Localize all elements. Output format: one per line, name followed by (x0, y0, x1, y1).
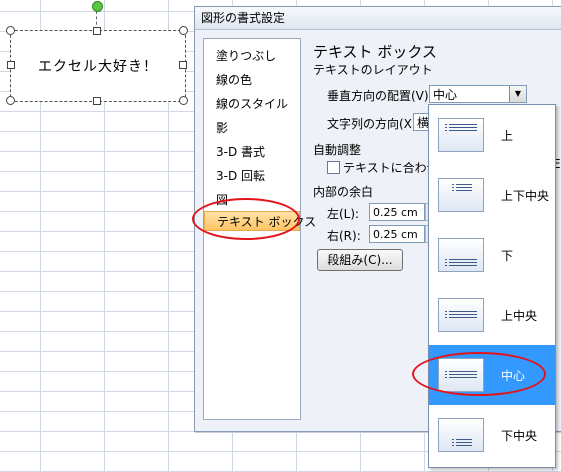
resize-handle-top-left[interactable] (6, 26, 15, 35)
left-margin-label: 左(L): (327, 207, 360, 221)
option-bottom-center-label: 下中央 (501, 429, 538, 443)
text-box-shape[interactable]: エクセル大好き！ (10, 30, 186, 102)
vertical-align-dropdown: 上 上下中央 下 上中央 中心 下中央 (428, 104, 556, 468)
align-bottom-icon (438, 238, 484, 272)
vertical-align-value: 中心 (433, 88, 458, 102)
category-list: 塗りつぶし 線の色 線のスタイル 影 3-D 書式 3-D 回転 図 テキスト … (203, 38, 316, 420)
nav-item-3d-format[interactable]: 3-D 書式 (216, 143, 265, 160)
right-margin-field[interactable]: 0.25 cm (369, 225, 425, 243)
option-top-label: 上 (501, 129, 514, 143)
nav-item-shadow[interactable]: 影 (216, 119, 228, 136)
option-bottom[interactable]: 下 (429, 225, 555, 285)
resize-handle-bottom[interactable] (93, 97, 101, 105)
resize-handle-bottom-right[interactable] (179, 96, 188, 105)
option-top-center-label: 上下中央 (501, 189, 550, 203)
resize-handle-bottom-left[interactable] (6, 96, 15, 105)
option-center-label: 中心 (501, 369, 526, 383)
nav-item-picture[interactable]: 図 (216, 191, 228, 208)
align-top-icon (438, 118, 484, 152)
columns-button[interactable]: 段組み(C)... (317, 249, 403, 271)
resize-handle-top-right[interactable] (179, 26, 188, 35)
resize-handle-right[interactable] (179, 61, 187, 69)
dialog-title: 図形の書式設定 (195, 7, 561, 30)
nav-item-3d-rotation[interactable]: 3-D 回転 (216, 167, 265, 184)
left-margin-field[interactable]: 0.25 cm (369, 203, 425, 221)
align-top-center-icon (438, 178, 484, 212)
option-bottom-center[interactable]: 下中央 (429, 405, 555, 465)
rotation-handle[interactable] (92, 1, 103, 12)
align-bottom-center-icon (438, 418, 484, 452)
text-direction-label: 文字列の方向(X): (327, 117, 421, 131)
option-top-center[interactable]: 上下中央 (429, 165, 555, 225)
option-bottom-label: 下 (501, 249, 514, 263)
nav-item-fill[interactable]: 塗りつぶし (216, 47, 276, 64)
left-margin-value: 0.25 cm (373, 206, 418, 219)
panel-title: テキスト ボックス (313, 43, 437, 61)
nav-item-line-color[interactable]: 線の色 (216, 71, 252, 88)
option-top[interactable]: 上 (429, 105, 555, 165)
nav-item-text-box[interactable]: テキスト ボックス (204, 211, 316, 231)
right-margin-value: 0.25 cm (373, 228, 418, 241)
shape-text: エクセル大好き！ (38, 59, 158, 75)
align-center-icon (438, 358, 484, 392)
vertical-align-combo[interactable]: 中心 ▼ (429, 85, 527, 103)
option-center[interactable]: 中心 (429, 345, 555, 405)
resize-handle-top[interactable] (93, 27, 101, 35)
align-middle-icon (438, 298, 484, 332)
chevron-down-icon[interactable]: ▼ (509, 86, 526, 102)
autofit-heading: 自動調整 (313, 143, 362, 157)
margin-heading: 内部の余白 (313, 185, 374, 199)
right-margin-label: 右(R): (327, 229, 361, 243)
resize-handle-left[interactable] (7, 61, 15, 69)
nav-item-line-style[interactable]: 線のスタイル (216, 95, 288, 112)
autofit-checkbox[interactable] (327, 161, 340, 174)
layout-heading: テキストのレイアウト (313, 63, 433, 77)
option-middle-center-label: 上中央 (501, 309, 538, 323)
option-middle-center[interactable]: 上中央 (429, 285, 555, 345)
vertical-align-label: 垂直方向の配置(V): (327, 89, 433, 103)
